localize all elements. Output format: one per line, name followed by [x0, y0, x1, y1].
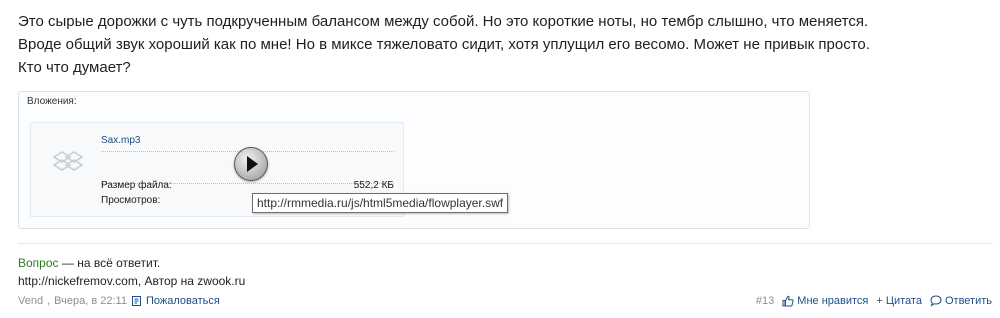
- post-line-1: Это сырые дорожки с чуть подкрученным ба…: [18, 13, 869, 30]
- reply-button[interactable]: Ответить: [930, 295, 992, 307]
- quote-button[interactable]: + Цитата: [876, 295, 922, 307]
- reply-label: Ответить: [944, 295, 992, 307]
- post-date: Вчера, в 22:11: [54, 295, 127, 307]
- file-size-value: 552,2 КБ: [353, 180, 394, 191]
- signature-line-2: http://nickefremov.com, Автор на zwook.r…: [18, 274, 246, 288]
- url-tooltip: http://rmmedia.ru/js/html5media/flowplay…: [252, 193, 509, 213]
- thumbs-up-icon: [782, 295, 794, 307]
- report-button[interactable]: Пожаловаться: [131, 295, 220, 307]
- author-name[interactable]: Vend: [18, 295, 43, 307]
- post-body: Это сырые дорожки с чуть подкрученным ба…: [18, 10, 993, 79]
- signature-text: — на всё ответит.: [58, 256, 161, 270]
- speech-bubble-icon: [930, 295, 942, 307]
- attachments-title: Вложения:: [27, 96, 77, 107]
- views-label: Просмотров:: [101, 195, 161, 206]
- post-meta: Vend, Вчера, в 22:11 Пожаловаться: [18, 295, 220, 307]
- signature-line-1: Вопрос — на всё ответит.: [18, 256, 160, 270]
- dropbox-icon: [53, 151, 83, 171]
- file-size-label: Размер файла:: [101, 180, 172, 191]
- post-actions: #13 Мне нравится + Цитата Ответить: [756, 295, 992, 307]
- report-label: Пожаловаться: [145, 295, 220, 307]
- attachment-file-link[interactable]: Sax.mp3: [101, 135, 140, 146]
- report-icon: [131, 296, 141, 306]
- play-button[interactable]: [234, 147, 268, 181]
- post-line-3: Кто что думает?: [18, 59, 131, 76]
- signature-divider: [18, 243, 993, 244]
- post-line-2: Вроде общий звук хороший как по мне! Но …: [18, 36, 870, 53]
- signature-link[interactable]: Вопрос: [18, 256, 59, 270]
- like-label: Мне нравится: [797, 295, 869, 307]
- like-button[interactable]: Мне нравится: [782, 295, 868, 307]
- post-number[interactable]: #13: [756, 295, 774, 307]
